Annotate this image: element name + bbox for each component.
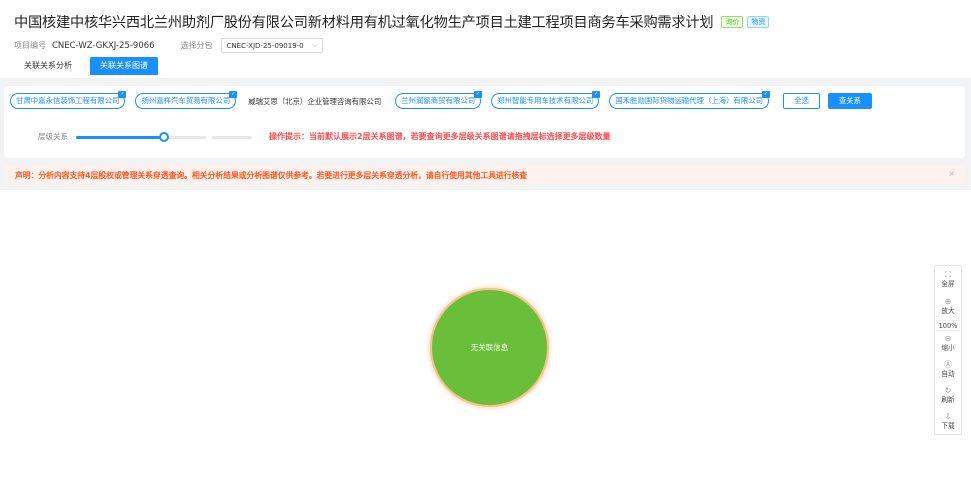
zoom-in-label: 放大 [941,307,955,315]
refresh-icon: ↻ [944,386,952,395]
company-chip-5[interactable]: 郑州智能专用车技术有限公司 ✓ [491,91,601,109]
level-label: 层级关系 [38,132,68,141]
slider-track [76,135,164,139]
company-chip-4[interactable]: 兰州润丽商贸有限公司 ✓ [395,91,483,109]
project-no-value: CNEC-WZ-GKXJ-25-9066 [52,40,155,51]
fullscreen-icon: ⛶ [945,270,951,279]
slider-handle[interactable] [159,131,169,142]
auto-tool[interactable]: Ⓐ 自动 [935,360,961,379]
company-chip-label: 郑州智能专用车技术有限公司 [497,96,594,105]
operation-tip: 操作提示：当前默认展示2层关系图谱，若要查询更多层级关系图谱请拖拽层标选择更多层… [269,132,611,141]
filter-panel: 甘肃中嘉永信装饰工程有限公司 ✓ 扬州嘉祥汽车贸易有限公司 ✓ 威瑞艾思（北京）… [4,86,965,158]
tag-material: 物资 [747,16,770,28]
company-chip-2[interactable]: 扬州嘉祥汽车贸易有限公司 ✓ [135,91,238,109]
query-relation-button[interactable]: 查关系 [827,93,873,109]
close-icon[interactable]: × [948,169,955,178]
check-corner-icon: ✓ [118,91,127,98]
tab-relation-analysis[interactable]: 关联关系分析 [14,57,82,75]
auto-icon: Ⓐ [944,360,952,369]
meta-row: 项目编号 CNEC-WZ-GKXJ-25-9066 选择分包 CNEC-XJD-… [14,38,323,53]
tag-inquiry: 询价 [721,16,744,28]
check-corner-icon: ✓ [474,91,483,98]
level-row: 层级关系 操作提示：当前默认展示2层关系图谱，若要查询更多层级关系图谱请拖拽层标… [38,131,611,142]
disclaimer-text: 声明：分析内容支持4层股权或管理关系穿透查询。相关分析结果或分析图谱仅供参考。若… [15,171,528,180]
company-chip-label: 甘肃中嘉永信装饰工程有限公司 [16,96,120,105]
check-corner-icon: ✓ [592,91,601,98]
company-chip-3[interactable]: 威瑞艾思（北京）企业管理咨询有限公司 [248,96,381,107]
download-label: 下载 [941,422,955,430]
zoom-level: 100% [936,320,960,331]
company-chip-label: 兰州润丽商贸有限公司 [401,96,476,105]
chevron-down-icon: ⌵ [312,41,318,49]
company-chip-list: 甘肃中嘉永信装饰工程有限公司 ✓ 扬州嘉祥汽车贸易有限公司 ✓ 威瑞艾思（北京）… [10,91,873,109]
zoom-in-tool[interactable]: ⊕ 放大 [935,297,961,316]
check-corner-icon: ✓ [229,91,238,98]
page-header: 中国核建中核华兴西北兰州助剂厂股份有限公司新材料用有机过氧化物生产项目土建工程项… [0,0,971,78]
download-icon: ⇩ [944,412,952,421]
branch-label: 选择分包 [180,41,213,50]
graph-node-label: 无关联信息 [470,343,509,352]
company-chip-label: 扬州嘉祥汽车贸易有限公司 [141,96,231,105]
fullscreen-label: 全屏 [941,280,955,288]
slider-step-gap [206,134,212,140]
company-chip-label: 国禾胜勋国际货物运输代理（上海）有限公司 [615,96,764,105]
zoom-in-icon: ⊕ [944,297,952,306]
title-row: 中国核建中核华兴西北兰州助剂厂股份有限公司新材料用有机过氧化物生产项目土建工程项… [14,12,770,32]
project-no-label: 项目编号 [14,41,46,50]
zoom-out-label: 缩小 [941,344,955,352]
tab-relation-graph[interactable]: 关联关系图谱 [90,57,158,75]
refresh-tool[interactable]: ↻ 刷新 [935,386,961,405]
select-all-button[interactable]: 全选 [783,93,820,109]
zoom-out-icon: ⊖ [944,334,952,343]
check-corner-icon: ✓ [762,91,771,98]
auto-label: 自动 [941,370,955,378]
branch-select[interactable]: CNEC-XJD-25-09019-0 ⌵ [220,38,323,53]
zoom-out-tool[interactable]: ⊖ 缩小 [935,334,961,353]
page-title: 中国核建中核华兴西北兰州助剂厂股份有限公司新材料用有机过氧化物生产项目土建工程项… [14,15,714,31]
disclaimer-notice: 声明：分析内容支持4层股权或管理关系穿透查询。相关分析结果或分析图谱仅供参考。若… [4,166,965,184]
tab-bar: 关联关系分析 关联关系图谱 [14,57,158,75]
branch-select-value: CNEC-XJD-25-09019-0 [226,41,304,50]
refresh-label: 刷新 [941,396,955,404]
company-chip-6[interactable]: 国禾胜勋国际货物运输代理（上海）有限公司 ✓ [609,91,771,109]
graph-node[interactable]: 无关联信息 [432,290,547,405]
graph-toolbar: ⛶ 全屏 ⊕ 放大 100% ⊖ 缩小 Ⓐ 自动 ↻ 刷新 ⇩ 下载 [934,265,962,435]
fullscreen-tool[interactable]: ⛶ 全屏 [935,270,961,289]
company-chip-1[interactable]: 甘肃中嘉永信装饰工程有限公司 ✓ [10,91,127,109]
download-tool[interactable]: ⇩ 下载 [935,412,961,431]
level-slider[interactable] [76,131,252,142]
